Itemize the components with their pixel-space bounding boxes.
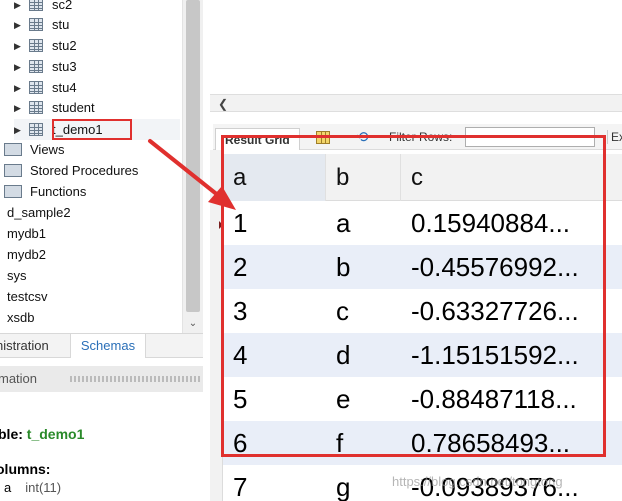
schema-label: mydb1 — [7, 226, 47, 241]
schema-xsdb[interactable]: xsdb — [7, 307, 34, 328]
folder-label: Views — [30, 142, 65, 157]
tree-item-stu2[interactable]: ▶ stu2 — [14, 35, 77, 56]
folder-label: Functions — [30, 184, 87, 199]
schema-tree: ▶ sc2 ▶ stu ▶ stu2 ▶ stu3 ▶ stu4 ▶ stude… — [0, 0, 182, 333]
cell-a[interactable]: 7 — [223, 465, 326, 501]
schema-label: testcsv — [7, 289, 48, 304]
cell-b[interactable]: g — [326, 465, 401, 501]
info-table-label: ble: — [0, 426, 23, 442]
info-table-name: t_demo1 — [26, 426, 85, 442]
table-icon — [29, 60, 43, 73]
info-table-line: ble: t_demo1 — [0, 426, 84, 442]
info-column-type: int(11) — [25, 480, 62, 495]
folder-label: Stored Procedures — [30, 163, 139, 178]
tree-item-stu[interactable]: ▶ stu — [14, 14, 69, 35]
schema-sys[interactable]: sys — [7, 265, 27, 286]
query-editor[interactable] — [213, 0, 622, 94]
table-icon — [29, 123, 43, 136]
schema-testcsv[interactable]: testcsv — [7, 286, 47, 307]
watermark: https://blog.csdn.net/tongtong — [392, 474, 563, 489]
tree-item-label: stu — [52, 17, 70, 32]
result-highlight-box — [221, 135, 606, 457]
table-icon — [29, 101, 43, 114]
info-column-row: a int(11) — [4, 480, 61, 495]
info-columns-label: olumns: — [0, 461, 51, 477]
expand-arrow-icon[interactable]: ▶ — [14, 41, 24, 51]
tree-item-label: sc2 — [52, 0, 73, 12]
tree-item-label: stu3 — [52, 59, 77, 74]
chevron-left-icon[interactable]: ❮ — [218, 97, 228, 111]
info-column-name: a — [4, 480, 12, 495]
export-button[interactable]: Expo — [607, 130, 622, 144]
tree-item-label: student — [52, 100, 95, 115]
tree-folder-views[interactable]: Views — [4, 139, 64, 160]
tree-item-sc2[interactable]: ▶ sc2 — [14, 0, 72, 15]
table-icon — [29, 39, 43, 52]
tab-administration[interactable]: nistration — [0, 334, 68, 358]
tree-item-student[interactable]: ▶ student — [14, 97, 95, 118]
tree-item-label: stu4 — [52, 80, 77, 95]
tree-item-stu3[interactable]: ▶ stu3 — [14, 56, 77, 77]
expand-arrow-icon[interactable]: ▶ — [14, 125, 24, 135]
table-icon — [29, 0, 43, 11]
navigator-panel: ▶ sc2 ▶ stu ▶ stu2 ▶ stu3 ▶ stu4 ▶ stude… — [0, 0, 203, 501]
selected-table-highlight — [52, 119, 132, 140]
folder-icon — [4, 164, 22, 177]
schema-mydb2[interactable]: mydb2 — [7, 244, 46, 265]
expand-arrow-icon[interactable]: ▶ — [14, 83, 24, 93]
chevron-down-icon[interactable]: ⌄ — [186, 317, 200, 331]
editor-horizontal-scrollbar[interactable]: ❮ — [210, 94, 622, 112]
folder-icon — [4, 185, 22, 198]
schema-mydb1[interactable]: mydb1 — [7, 223, 46, 244]
schema-label: xsdb — [7, 310, 35, 325]
tree-scrollbar[interactable]: ⌄ — [182, 0, 203, 333]
navigator-tabs: nistration Schemas — [0, 333, 203, 358]
information-header[interactable]: mation — [0, 366, 203, 392]
tree-item-label: stu2 — [52, 38, 77, 53]
schema-label: mydb2 — [7, 247, 47, 262]
expand-arrow-icon[interactable]: ▶ — [14, 62, 24, 72]
table-icon — [29, 81, 43, 94]
tree-scrollbar-thumb[interactable] — [186, 0, 200, 312]
tree-item-stu4[interactable]: ▶ stu4 — [14, 77, 77, 98]
expand-arrow-icon[interactable]: ▶ — [14, 0, 24, 10]
expand-arrow-icon[interactable]: ▶ — [14, 103, 24, 113]
folder-icon — [4, 143, 22, 156]
tab-schemas[interactable]: Schemas — [70, 334, 146, 358]
information-title: mation — [0, 371, 38, 386]
grip-dots-icon — [70, 376, 200, 382]
expand-arrow-icon[interactable]: ▶ — [14, 20, 24, 30]
schema-d-sample2[interactable]: d_sample2 — [7, 202, 71, 223]
schema-label: sys — [7, 268, 27, 283]
tree-folder-functions[interactable]: Functions — [4, 181, 86, 202]
tree-folder-stored-procedures[interactable]: Stored Procedures — [4, 160, 138, 181]
schema-label: d_sample2 — [7, 205, 71, 220]
table-icon — [29, 18, 43, 31]
